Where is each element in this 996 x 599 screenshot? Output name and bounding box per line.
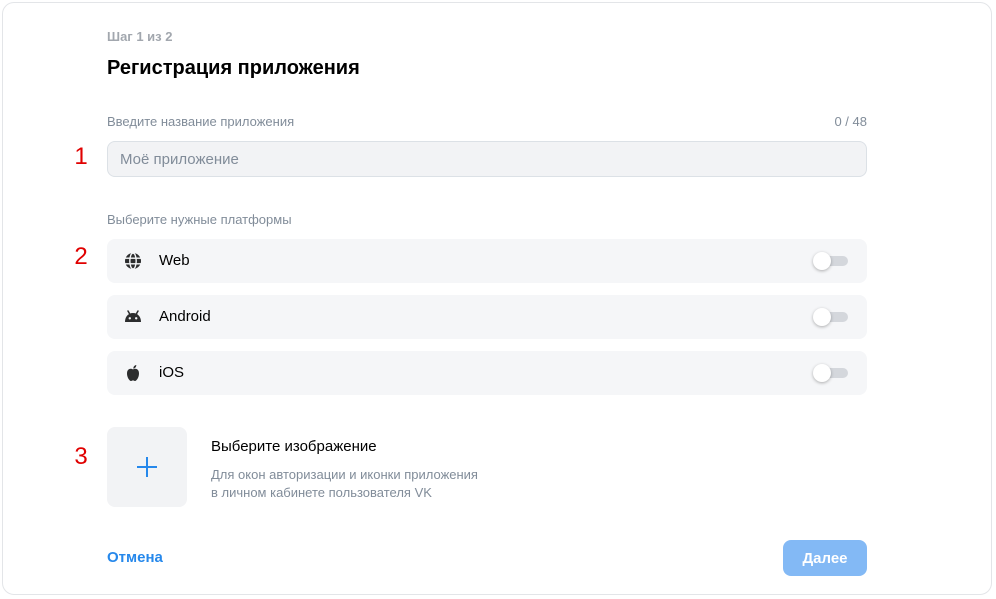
cancel-button[interactable]: Отмена: [107, 549, 163, 566]
step-indicator: Шаг 1 из 2: [107, 29, 173, 44]
platform-row-web[interactable]: Web: [107, 239, 867, 283]
image-description-line-2: в личном кабинете пользователя VK: [211, 485, 432, 500]
globe-icon: [123, 251, 143, 271]
app-name-label: Введите название приложения: [107, 114, 295, 129]
registration-card: Шаг 1 из 2 Регистрация приложения Введит…: [2, 2, 992, 595]
android-icon: [123, 307, 143, 327]
platform-row-ios[interactable]: iOS: [107, 351, 867, 395]
char-counter: 0 / 48: [834, 114, 867, 129]
platform-row-android[interactable]: Android: [107, 295, 867, 339]
platform-label-ios: iOS: [159, 364, 185, 381]
next-button[interactable]: Далее: [783, 540, 867, 576]
platform-label-android: Android: [159, 308, 211, 325]
annotation-marker-3: 3: [74, 443, 88, 470]
annotation-marker-2: 2: [74, 243, 88, 270]
web-toggle[interactable]: [813, 252, 849, 270]
apple-icon: [123, 363, 143, 383]
image-description: Для окон авторизации и иконки приложения…: [211, 466, 531, 502]
image-upload-button[interactable]: [107, 427, 187, 507]
platform-label-web: Web: [159, 252, 190, 269]
ios-toggle[interactable]: [813, 364, 849, 382]
image-title: Выберите изображение: [211, 438, 377, 455]
image-description-line-1: Для окон авторизации и иконки приложения: [211, 467, 478, 482]
annotation-marker-1: 1: [74, 143, 88, 170]
app-name-input[interactable]: [107, 141, 867, 177]
platforms-label: Выберите нужные платформы: [107, 212, 292, 227]
page-title: Регистрация приложения: [107, 57, 360, 79]
android-toggle[interactable]: [813, 308, 849, 326]
